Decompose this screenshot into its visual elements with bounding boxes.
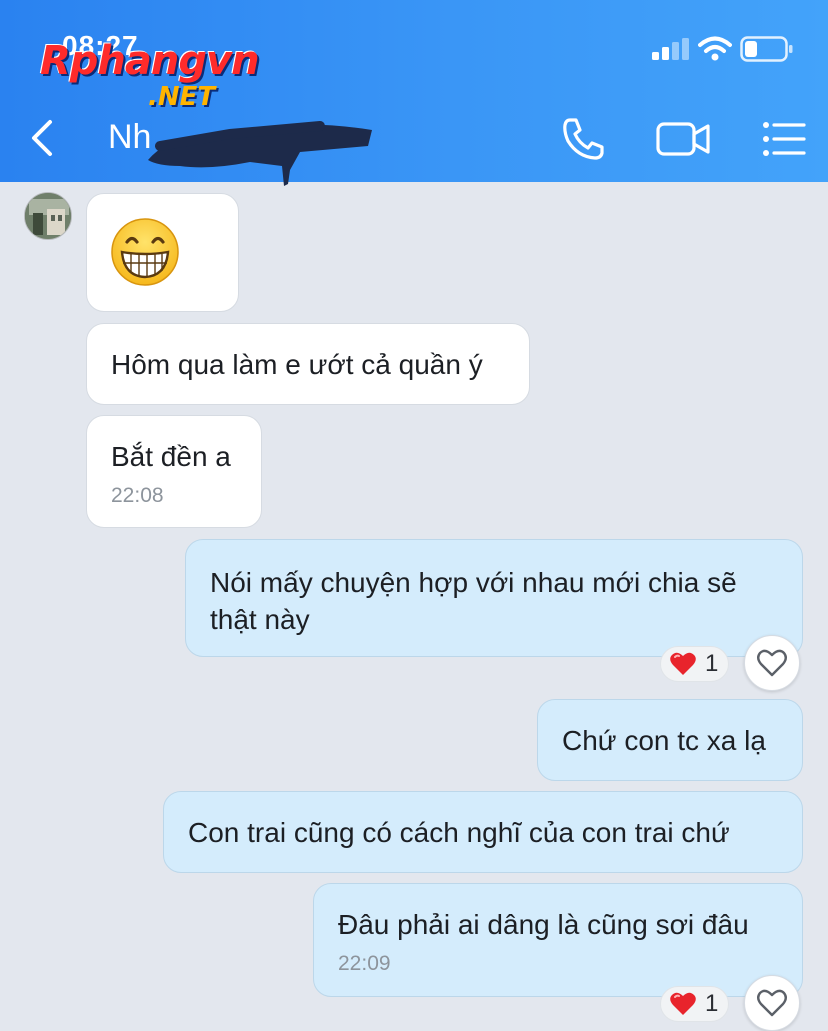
heart-reaction[interactable]: 1 [660,646,730,682]
signal-icon [652,38,689,60]
chat-header: 08:27 Rphangvn .NET Nh [0,0,828,186]
video-call-button[interactable] [656,120,712,158]
message-emoji[interactable] [86,193,239,312]
heart-outline-icon [757,649,787,677]
back-button[interactable] [24,116,60,160]
message-text: Con trai cũng có cách nghĩ của con trai … [188,817,730,848]
message-text-line2: thật này [210,604,310,635]
phone-call-button[interactable] [560,116,608,162]
reaction-count: 1 [705,990,719,1017]
message-text: Hôm qua làm e ướt cả quần ý [111,349,483,380]
battery-icon [740,36,793,62]
menu-list-button[interactable] [762,120,806,158]
heart-reaction[interactable]: 1 [660,986,730,1022]
heart-like-button[interactable] [744,635,800,691]
avatar-image [25,193,71,239]
heart-reaction-icon [670,992,696,1015]
message-text: Chứ con tc xa lạ [562,725,766,756]
message-text: Bắt đền a [111,441,231,472]
name-redaction-scribble [148,121,372,186]
watermark-main: Rphangvn [40,38,260,84]
message-time: 22:08 [111,484,164,507]
message-incoming[interactable]: Bắt đền a 22:08 [86,415,262,528]
watermark-sub: .NET [148,82,216,112]
grinning-emoji [111,218,179,286]
message-text-line1: Nói mấy chuyện hợp với nhau mới chia sẽ [210,567,737,598]
message-text: Đâu phải ai dâng là cũng sơi đâu [338,909,749,940]
reaction-count: 1 [705,650,719,677]
message-outgoing[interactable]: Nói mấy chuyện hợp với nhau mới chia sẽ … [185,539,803,657]
watermark-logo: Rphangvn .NET [40,38,290,112]
heart-outline-icon [757,989,787,1017]
message-outgoing[interactable]: Con trai cũng có cách nghĩ của con trai … [163,791,803,873]
message-outgoing[interactable]: Chứ con tc xa lạ [537,699,803,781]
heart-reaction-icon [670,652,696,675]
message-time: 22:09 [338,952,391,975]
wifi-icon [698,36,732,61]
message-outgoing[interactable]: Đâu phải ai dâng là cũng sơi đâu 22:09 [313,883,803,997]
contact-avatar[interactable] [24,192,72,240]
heart-like-button[interactable] [744,975,800,1031]
message-incoming[interactable]: Hôm qua làm e ướt cả quần ý [86,323,530,405]
